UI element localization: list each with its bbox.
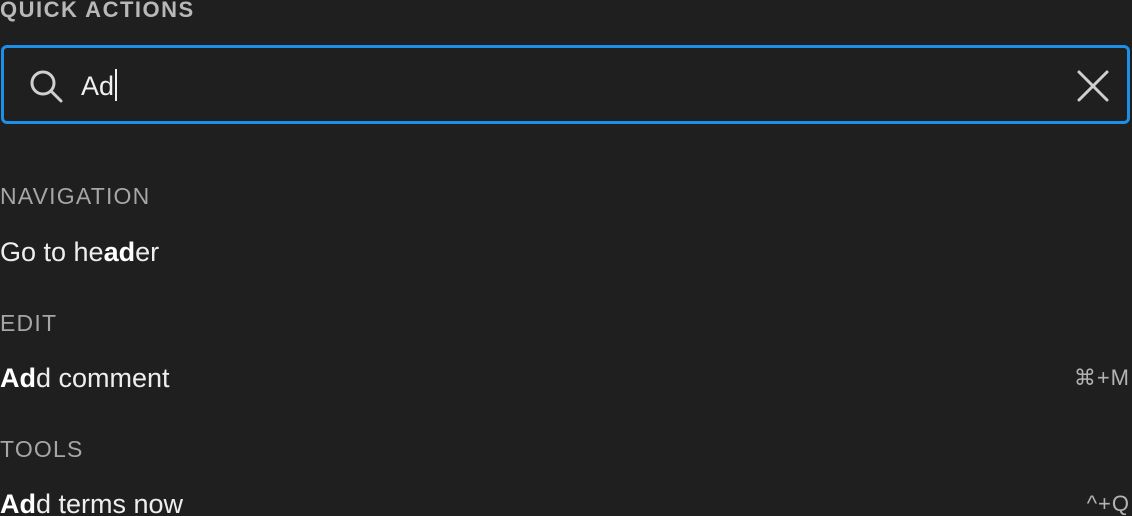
- search-input[interactable]: Ad: [81, 68, 118, 104]
- panel-title: QUICK ACTIONS: [0, 0, 195, 22]
- label-match: ad: [103, 237, 136, 267]
- text-caret: [115, 69, 118, 101]
- section-title-edit: EDIT: [0, 310, 58, 336]
- shortcut-hint: ^+Q: [1086, 491, 1130, 516]
- label-suffix: er: [135, 237, 160, 267]
- label-suffix: d comment: [36, 363, 170, 393]
- search-box[interactable]: Ad: [1, 45, 1130, 124]
- search-icon: [30, 70, 63, 103]
- quick-actions-panel: QUICK ACTIONS Ad NAVIGATION Go to header…: [0, 0, 1132, 516]
- section-title-tools: TOOLS: [0, 436, 84, 462]
- search-input-value: Ad: [81, 71, 115, 101]
- label-suffix: d terms now: [36, 489, 184, 516]
- close-icon[interactable]: [1073, 66, 1113, 106]
- action-label: Add terms now: [0, 489, 183, 516]
- action-label: Go to header: [0, 237, 159, 267]
- action-label: Add comment: [0, 363, 170, 393]
- label-prefix: Go to he: [0, 237, 104, 267]
- action-add-comment[interactable]: Add comment ⌘+M: [0, 358, 1132, 398]
- action-add-terms-now[interactable]: Add terms now ^+Q: [0, 484, 1132, 516]
- label-match: Ad: [0, 363, 36, 393]
- action-go-to-header[interactable]: Go to header: [0, 232, 1132, 272]
- shortcut-hint: ⌘+M: [1073, 365, 1130, 390]
- section-title-navigation: NAVIGATION: [0, 183, 151, 209]
- label-match: Ad: [0, 489, 36, 516]
